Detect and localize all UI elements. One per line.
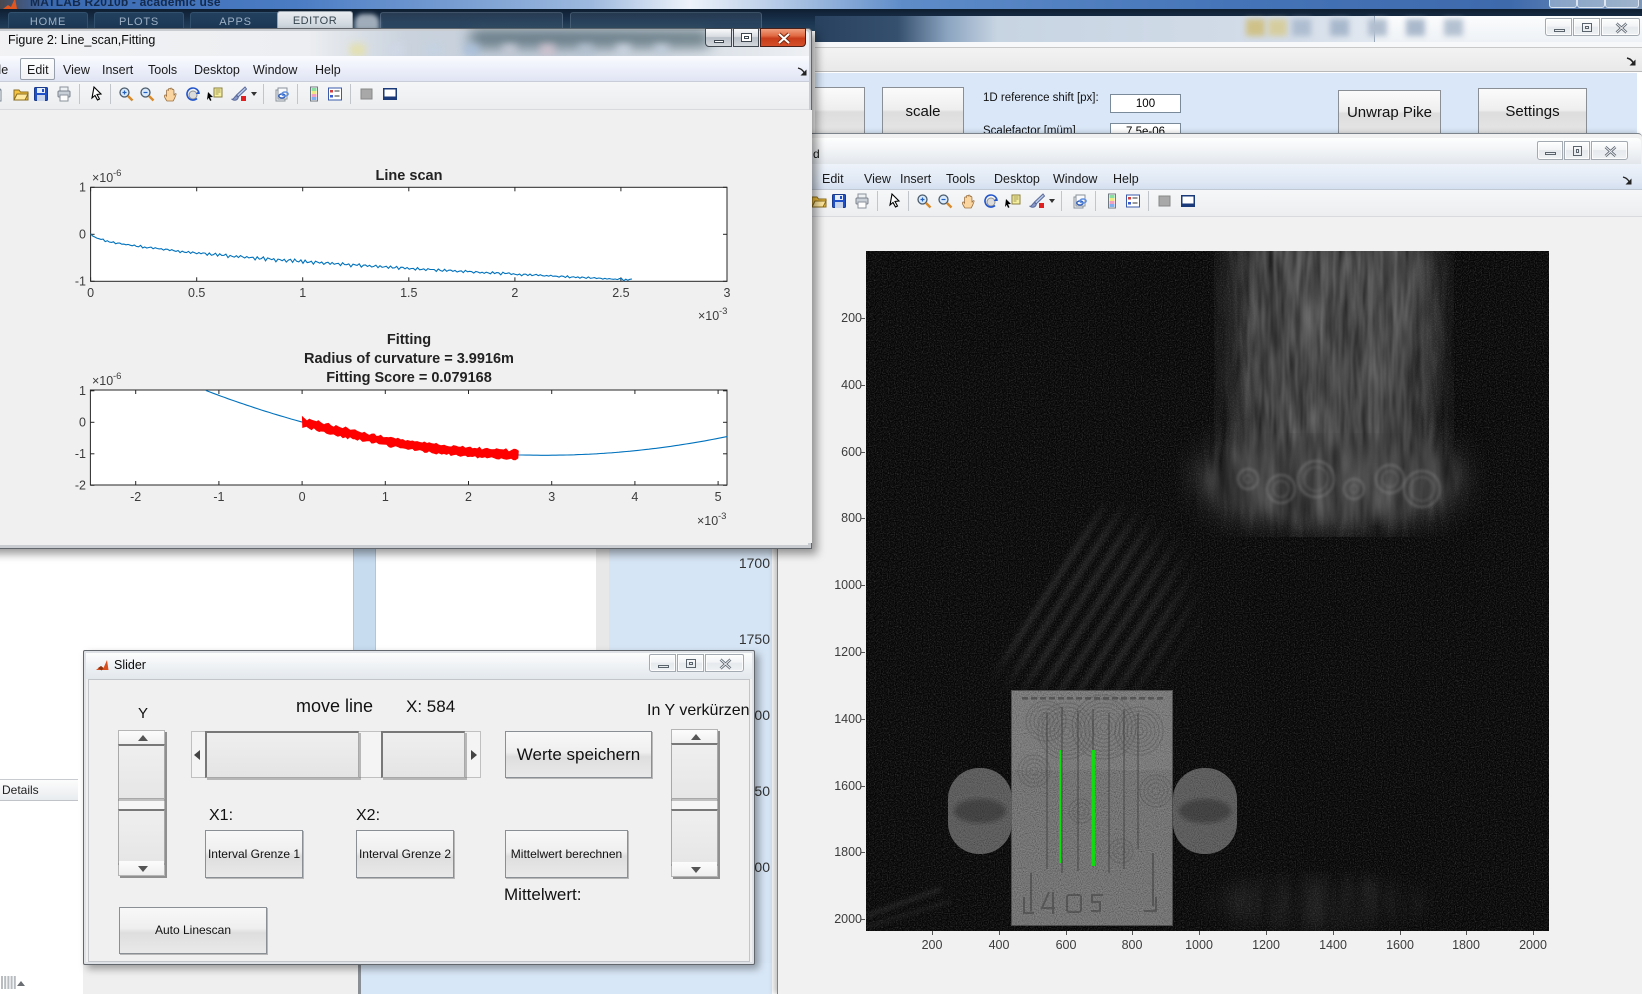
svg-text:1: 1 (79, 180, 86, 194)
svg-text:×10: ×10 (92, 374, 113, 388)
svg-text:Fitting: Fitting (387, 332, 431, 348)
svg-text:1: 1 (299, 286, 306, 300)
svg-text:Radius of curvature = 3.9916m: Radius of curvature = 3.9916m (304, 351, 514, 367)
svg-text:×10: ×10 (698, 309, 719, 323)
svg-text:-3: -3 (718, 511, 726, 522)
svg-text:-1: -1 (213, 490, 224, 504)
svg-text:2: 2 (511, 286, 518, 300)
svg-text:0: 0 (87, 286, 94, 300)
svg-text:-3: -3 (719, 306, 727, 317)
svg-text:-6: -6 (113, 371, 121, 382)
svg-text:0: 0 (79, 227, 86, 241)
svg-text:-6: -6 (113, 168, 121, 179)
svg-text:5: 5 (715, 490, 722, 504)
svg-text:3: 3 (724, 286, 731, 300)
svg-text:0: 0 (299, 490, 306, 504)
svg-text:1: 1 (382, 490, 389, 504)
svg-text:-1: -1 (75, 447, 86, 461)
svg-text:4: 4 (631, 490, 638, 504)
svg-text:Line scan: Line scan (376, 168, 443, 184)
svg-text:Fitting Score = 0.079168: Fitting Score = 0.079168 (326, 370, 492, 386)
svg-text:0.5: 0.5 (188, 286, 205, 300)
svg-text:-1: -1 (75, 274, 86, 288)
svg-text:×10: ×10 (92, 171, 113, 185)
svg-text:-2: -2 (130, 490, 141, 504)
svg-text:-2: -2 (75, 478, 86, 492)
svg-text:×10: ×10 (697, 514, 718, 528)
svg-text:3: 3 (548, 490, 555, 504)
svg-text:1.5: 1.5 (400, 286, 417, 300)
svg-text:1: 1 (79, 384, 86, 398)
svg-text:2: 2 (465, 490, 472, 504)
svg-text:0: 0 (79, 415, 86, 429)
svg-text:2.5: 2.5 (612, 286, 629, 300)
